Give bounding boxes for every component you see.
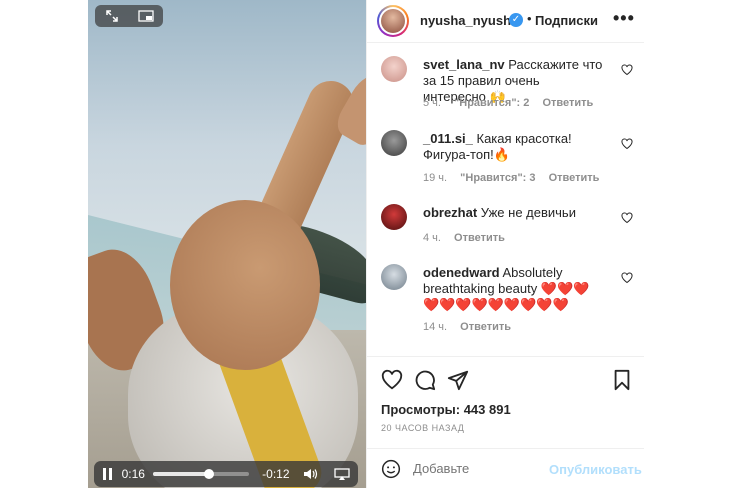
comment-username[interactable]: svet_lana_nv bbox=[423, 57, 505, 72]
following-button[interactable]: Подписки bbox=[535, 13, 598, 28]
comment-meta: 5 ч. "Нравится": 2 Ответить bbox=[423, 97, 603, 109]
verified-icon: ✓ bbox=[509, 13, 523, 27]
video-scrubber[interactable] bbox=[153, 469, 249, 479]
video-controls: 0:16 -0:12 bbox=[94, 461, 358, 487]
remaining-time: -0:12 bbox=[262, 467, 290, 481]
comment-input[interactable] bbox=[413, 461, 543, 476]
picture-in-picture-icon bbox=[138, 10, 154, 22]
picture-in-picture-button[interactable] bbox=[129, 5, 163, 27]
reply-button[interactable]: Ответить bbox=[549, 172, 600, 184]
comment-meta: 14 ч. Ответить bbox=[423, 321, 521, 333]
comment-likes[interactable]: "Нравится": 3 bbox=[460, 172, 535, 184]
add-comment-bar: Опубликовать bbox=[367, 448, 644, 489]
comment-icon[interactable] bbox=[414, 369, 436, 391]
comment-time: 14 ч. bbox=[423, 321, 448, 333]
comment-time: 19 ч. bbox=[423, 172, 448, 184]
pause-button[interactable] bbox=[94, 468, 122, 480]
current-time: 0:16 bbox=[121, 467, 145, 481]
pause-icon bbox=[102, 468, 112, 480]
emoji-icon[interactable] bbox=[381, 459, 401, 479]
more-options-button[interactable]: ••• bbox=[613, 8, 635, 29]
video-frame-thigh bbox=[170, 200, 320, 370]
comment-avatar[interactable] bbox=[381, 56, 407, 82]
author-username[interactable]: nyusha_nyusha bbox=[420, 13, 518, 28]
video-progress-fill bbox=[153, 472, 209, 476]
post-panel: nyusha_nyusha ✓ • Подписки ••• svet_lana… bbox=[366, 0, 644, 488]
reply-button[interactable]: Ответить bbox=[460, 321, 511, 333]
reply-button[interactable]: Ответить bbox=[542, 97, 593, 109]
comment-username[interactable]: odenedward bbox=[423, 265, 500, 280]
comment-text: _011.si_ Какая красотка! Фигура-топ!🔥 bbox=[423, 131, 572, 162]
heart-icon[interactable] bbox=[381, 369, 403, 391]
views-count[interactable]: Просмотры: 443 891 bbox=[381, 402, 511, 417]
like-comment-heart-icon[interactable] bbox=[621, 138, 633, 150]
page-background-left bbox=[0, 0, 88, 488]
video-scrubber-handle[interactable] bbox=[203, 469, 214, 479]
like-comment-heart-icon[interactable] bbox=[621, 212, 633, 224]
comment-time: 5 ч. bbox=[423, 97, 441, 109]
header-separator: • bbox=[527, 11, 532, 26]
post-header: nyusha_nyusha ✓ • Подписки ••• bbox=[367, 0, 644, 43]
bookmark-icon[interactable] bbox=[611, 369, 633, 391]
publish-button[interactable]: Опубликовать bbox=[549, 462, 642, 477]
volume-button[interactable] bbox=[296, 468, 327, 480]
comment-username[interactable]: _011.si_ bbox=[423, 131, 473, 146]
comment-time: 4 ч. bbox=[423, 232, 441, 244]
comment-username[interactable]: obrezhat bbox=[423, 205, 477, 220]
video-player[interactable] bbox=[88, 0, 366, 488]
fullscreen-button[interactable] bbox=[95, 5, 129, 27]
comment-meta: 4 ч. Ответить bbox=[423, 232, 515, 244]
fullscreen-icon bbox=[106, 10, 118, 22]
comment-avatar[interactable] bbox=[381, 130, 407, 156]
comment-likes[interactable]: "Нравится": 2 bbox=[454, 97, 529, 109]
post-time-ago[interactable]: 20 ЧАСОВ НАЗАД bbox=[381, 423, 464, 433]
airplay-button[interactable] bbox=[327, 468, 358, 480]
reply-button[interactable]: Ответить bbox=[454, 232, 505, 244]
comment-avatar[interactable] bbox=[381, 204, 407, 230]
page-background-right bbox=[643, 0, 730, 488]
airplay-icon bbox=[334, 468, 351, 480]
like-comment-heart-icon[interactable] bbox=[621, 64, 633, 76]
share-icon[interactable] bbox=[447, 369, 469, 391]
post-actions: Просмотры: 443 891 20 ЧАСОВ НАЗАД bbox=[367, 356, 644, 449]
comment-text: odenedward Absolutely breathtaking beaut… bbox=[423, 265, 590, 312]
volume-icon bbox=[304, 469, 318, 479]
like-comment-heart-icon[interactable] bbox=[621, 272, 633, 284]
comment-avatar[interactable] bbox=[381, 264, 407, 290]
author-avatar[interactable] bbox=[377, 5, 409, 37]
comment-text: obrezhat Уже не девичьи bbox=[423, 205, 576, 220]
comment-meta: 19 ч. "Нравится": 3 Ответить bbox=[423, 172, 609, 184]
